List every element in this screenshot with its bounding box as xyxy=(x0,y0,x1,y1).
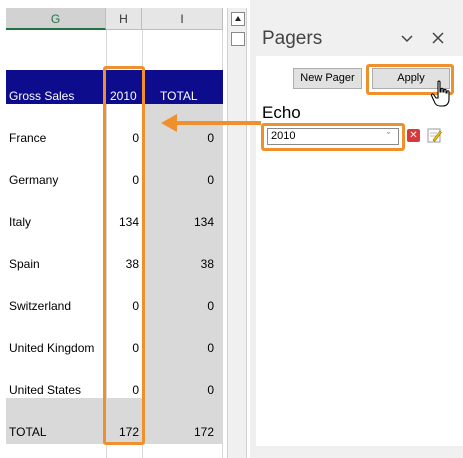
cell-row-label[interactable]: France xyxy=(9,131,46,145)
callout-arrow xyxy=(176,121,261,125)
column-header-g[interactable]: G xyxy=(6,8,106,30)
spreadsheet: G H I Gross Sales 2010 TOTAL France 0 0 … xyxy=(0,0,223,458)
cell-row-label[interactable]: United Kingdom xyxy=(9,341,94,355)
cell-i-value[interactable]: 0 xyxy=(142,383,214,397)
cell-row-label[interactable]: Switzerland xyxy=(9,299,71,313)
column-h-highlight xyxy=(103,66,145,445)
vertical-scrollbar[interactable] xyxy=(227,8,247,458)
cell-row-label[interactable]: United States xyxy=(9,383,81,397)
cell-i-value[interactable]: 0 xyxy=(142,173,214,187)
close-icon[interactable] xyxy=(429,30,447,48)
scroll-thumb[interactable] xyxy=(231,32,245,46)
cell-i-value[interactable]: 0 xyxy=(142,299,214,313)
edit-icon[interactable] xyxy=(427,128,442,143)
cell-row-label[interactable]: Germany xyxy=(9,173,58,187)
pager-name-label: Echo xyxy=(262,103,301,122)
cell-gross-sales[interactable]: Gross Sales xyxy=(9,70,74,104)
new-pager-button[interactable]: New Pager xyxy=(293,68,362,89)
cell-i-value[interactable]: 134 xyxy=(142,215,214,229)
cell-total-label[interactable]: TOTAL xyxy=(9,425,47,439)
cell-total-i[interactable]: 172 xyxy=(142,425,214,439)
callout-arrow-head xyxy=(161,114,177,132)
pane-title: Pagers xyxy=(262,28,323,49)
column-header-i[interactable]: I xyxy=(142,8,223,30)
cell-i-value[interactable]: 38 xyxy=(142,257,214,271)
cell-i-value[interactable]: 0 xyxy=(142,131,214,145)
hand-cursor-icon xyxy=(430,80,454,108)
chevron-down-icon[interactable] xyxy=(398,30,416,48)
cell-row-label[interactable]: Italy xyxy=(9,215,31,229)
scroll-up-icon[interactable] xyxy=(231,12,245,26)
cell-total-header[interactable]: TOTAL xyxy=(160,70,198,104)
delete-icon[interactable]: ✕ xyxy=(407,129,420,142)
pager-select-highlight xyxy=(261,123,405,151)
cell-row-label[interactable]: Spain xyxy=(9,257,40,271)
column-header-h[interactable]: H xyxy=(106,8,142,30)
cell-i-value[interactable]: 0 xyxy=(142,341,214,355)
